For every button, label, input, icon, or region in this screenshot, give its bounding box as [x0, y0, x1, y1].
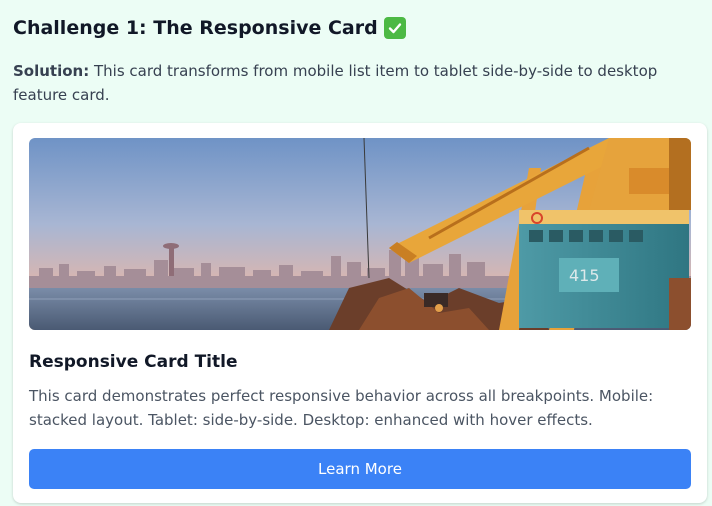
svg-text:415: 415	[569, 266, 600, 285]
challenge-title-text: Challenge 1: The Responsive Card	[13, 17, 378, 39]
card-title: Responsive Card Title	[29, 352, 238, 372]
learn-more-button[interactable]: Learn More	[29, 449, 691, 489]
check-mark-icon	[383, 17, 406, 39]
solution-text: This card transforms from mobile list it…	[13, 62, 658, 104]
solution-label: Solution:	[13, 62, 90, 80]
responsive-card: 415 Responsive Card Title This card demo…	[13, 123, 707, 503]
challenge-heading: Challenge 1: The Responsive Card	[13, 14, 707, 42]
solution-paragraph: Solution: This card transforms from mobi…	[13, 59, 703, 107]
card-description: This card demonstrates perfect responsiv…	[29, 387, 654, 429]
challenge-section: Challenge 1: The Responsive Card Solutio…	[0, 0, 712, 506]
card-image: 415	[29, 138, 691, 330]
